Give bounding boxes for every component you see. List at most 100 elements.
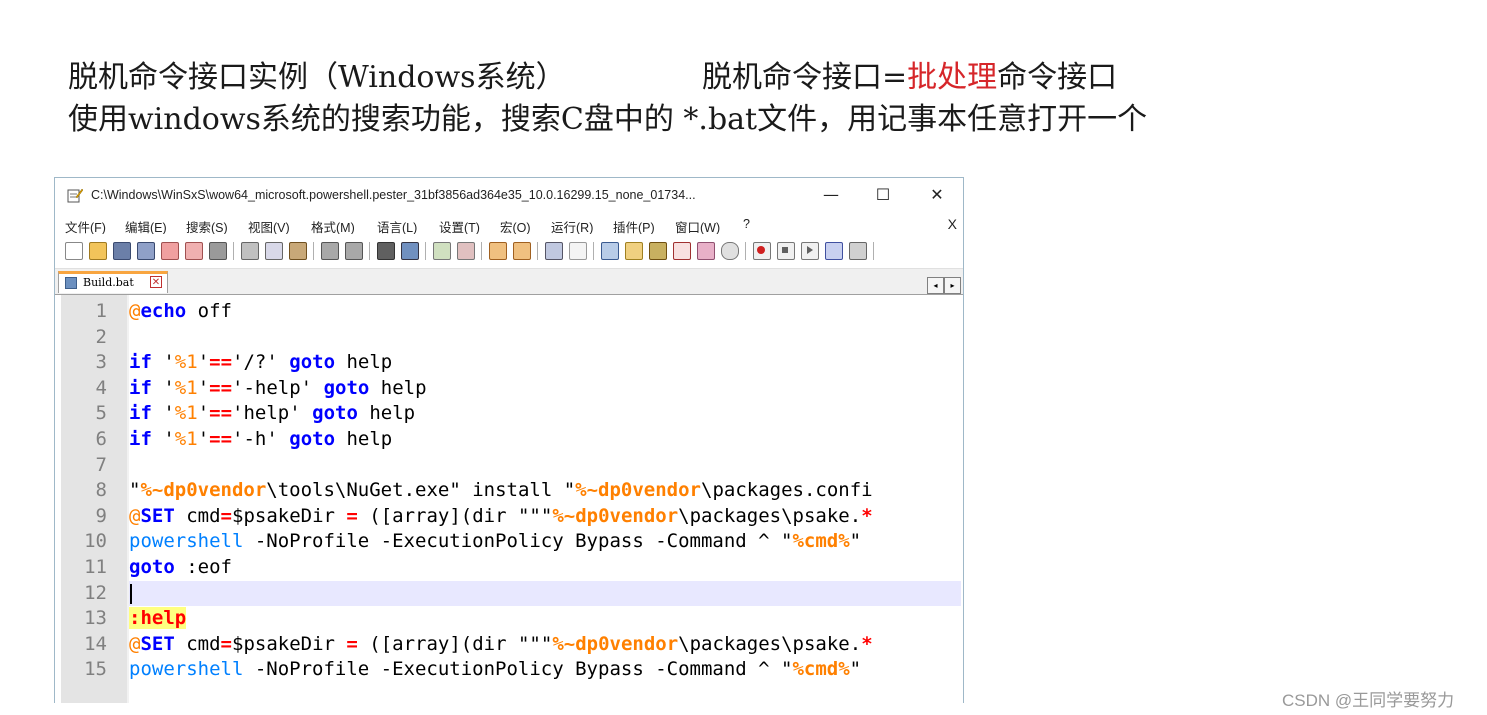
- menu-help[interactable]: ?: [743, 217, 750, 231]
- maximize-button[interactable]: ☐: [863, 182, 903, 208]
- tab-scroll-right-icon[interactable]: ▸: [944, 277, 961, 294]
- code-text: if '%1'=='/?' goto help: [129, 351, 393, 374]
- run-macro-multiple-icon[interactable]: [825, 242, 843, 260]
- toolbar-divider: [537, 242, 538, 260]
- tab-close-icon[interactable]: ✕: [150, 276, 162, 288]
- record-macro-icon[interactable]: [753, 242, 771, 260]
- close-all-icon[interactable]: [185, 242, 203, 260]
- sync-vertical-icon[interactable]: [489, 242, 507, 260]
- tab-build-bat[interactable]: Build.bat ✕: [58, 271, 168, 293]
- line-number: 12: [84, 581, 107, 604]
- copy-icon[interactable]: [265, 242, 283, 260]
- doc-map-icon[interactable]: [649, 242, 667, 260]
- show-all-chars-icon[interactable]: [569, 242, 587, 260]
- record-dot-icon: [757, 246, 765, 254]
- line-number: 2: [95, 325, 107, 348]
- indent-guide-icon[interactable]: [601, 242, 619, 260]
- save-icon[interactable]: [113, 242, 131, 260]
- code-text: "%~dp0vendor\tools\NuGet.exe" install "%…: [129, 479, 873, 502]
- monitoring-icon[interactable]: [721, 242, 739, 260]
- line-number: 6: [95, 428, 107, 450]
- code-line[interactable]: 7: [55, 453, 961, 479]
- stop-macro-icon[interactable]: [777, 242, 795, 260]
- new-file-icon[interactable]: [65, 242, 83, 260]
- code-line[interactable]: 6 if '%1'=='-h' goto help: [55, 427, 961, 453]
- language-icon[interactable]: [625, 242, 643, 260]
- sync-horizontal-icon[interactable]: [513, 242, 531, 260]
- find-icon[interactable]: [377, 242, 395, 260]
- undo-icon[interactable]: [321, 242, 339, 260]
- line-number: 5: [95, 402, 107, 425]
- code-text: if '%1'=='help' goto help: [129, 402, 416, 425]
- zoom-out-icon[interactable]: [457, 242, 475, 260]
- line-number: 8: [95, 479, 107, 502]
- title-bar[interactable]: C:\Windows\WinSxS\wow64_microsoft.powers…: [55, 178, 963, 212]
- code-line[interactable]: 3 if '%1'=='/?' goto help: [55, 350, 961, 376]
- heading-post: 命令接口: [997, 60, 1118, 95]
- line-number: 13: [84, 607, 107, 630]
- minimize-button[interactable]: —: [811, 182, 851, 208]
- play-macro-icon[interactable]: [801, 242, 819, 260]
- code-line[interactable]: 8 "%~dp0vendor\tools\NuGet.exe" install …: [55, 478, 961, 504]
- code-line[interactable]: 1 @echo off: [55, 299, 961, 325]
- code-text: if '%1'=='-help' goto help: [129, 376, 427, 399]
- code-line[interactable]: 5 if '%1'=='help' goto help: [55, 401, 961, 427]
- window-title: C:\Windows\WinSxS\wow64_microsoft.powers…: [91, 188, 696, 202]
- paste-icon[interactable]: [289, 242, 307, 260]
- toolbar-divider: [369, 242, 370, 260]
- code-line[interactable]: 11 goto :eof: [55, 555, 961, 581]
- code-line[interactable]: 10 powershell -NoProfile -ExecutionPolic…: [55, 529, 961, 555]
- toolbar-divider: [593, 242, 594, 260]
- code-text: @SET cmd=$psakeDir = ([array](dir """%~d…: [129, 632, 873, 655]
- slide-heading-1: 脱机命令接口实例（Windows系统）: [68, 60, 566, 95]
- watermark: CSDN @王同学要努力: [1282, 691, 1455, 710]
- cut-icon[interactable]: [241, 242, 259, 260]
- close-document-button[interactable]: X: [948, 216, 957, 232]
- current-code-line[interactable]: 12: [55, 580, 961, 607]
- close-file-icon[interactable]: [161, 242, 179, 260]
- print-icon[interactable]: [209, 242, 227, 260]
- code-line[interactable]: 14 @SET cmd=$psakeDir = ([array](dir """…: [55, 632, 961, 658]
- code-text: @SET cmd=$psakeDir = ([array](dir """%~d…: [129, 504, 873, 527]
- save-macro-icon[interactable]: [849, 242, 867, 260]
- slide-heading-1-right: 脱机命令接口=批处理命令接口: [702, 52, 1117, 96]
- open-file-icon[interactable]: [89, 242, 107, 260]
- folder-workspace-icon[interactable]: [697, 242, 715, 260]
- line-number: 1: [95, 300, 107, 322]
- toolbar-divider: [745, 242, 746, 260]
- function-list-icon[interactable]: [673, 242, 691, 260]
- code-line[interactable]: 2: [55, 325, 961, 351]
- zoom-in-icon[interactable]: [433, 242, 451, 260]
- notepad-plus-icon: [67, 188, 83, 203]
- stop-square-icon: [782, 247, 788, 253]
- tab-scroll-left-icon[interactable]: ◂: [927, 277, 944, 294]
- current-line-highlight: [129, 580, 961, 607]
- line-number: 10: [84, 530, 107, 553]
- tab-label: Build.bat: [83, 276, 134, 289]
- toolbar: [55, 234, 963, 269]
- line-number: 11: [84, 556, 107, 578]
- toolbar-divider: [873, 242, 874, 260]
- toolbar-divider: [313, 242, 314, 260]
- code-line[interactable]: 13 :help: [55, 606, 961, 632]
- menu-bar: 文件(F) 编辑(E) 搜索(S) 视图(V) 格式(M) 语言(L) 设置(T…: [55, 212, 963, 235]
- replace-icon[interactable]: [401, 242, 419, 260]
- toolbar-divider: [233, 242, 234, 260]
- line-number: 4: [95, 376, 107, 399]
- code-line[interactable]: 9 @SET cmd=$psakeDir = ([array](dir """%…: [55, 504, 961, 530]
- code-text: goto :eof: [129, 556, 232, 578]
- tab-bar: Build.bat ✕ ◂ ▸: [55, 269, 963, 295]
- code-editor[interactable]: 1 @echo off 2 3 if '%1'=='/?' goto help …: [55, 295, 963, 703]
- word-wrap-icon[interactable]: [545, 242, 563, 260]
- close-button[interactable]: ✕: [917, 182, 957, 208]
- code-text: powershell -NoProfile -ExecutionPolicy B…: [129, 530, 862, 553]
- line-number: 7: [95, 453, 107, 476]
- redo-icon[interactable]: [345, 242, 363, 260]
- code-text: @echo off: [129, 300, 232, 322]
- code-text: if '%1'=='-h' goto help: [129, 428, 393, 450]
- notepad-plus-window: C:\Windows\WinSxS\wow64_microsoft.powers…: [54, 177, 964, 703]
- save-all-icon[interactable]: [137, 242, 155, 260]
- code-line[interactable]: 4 if '%1'=='-help' goto help: [55, 376, 961, 402]
- line-number: 14: [84, 632, 107, 655]
- code-line[interactable]: 15 powershell -NoProfile -ExecutionPolic…: [55, 657, 961, 683]
